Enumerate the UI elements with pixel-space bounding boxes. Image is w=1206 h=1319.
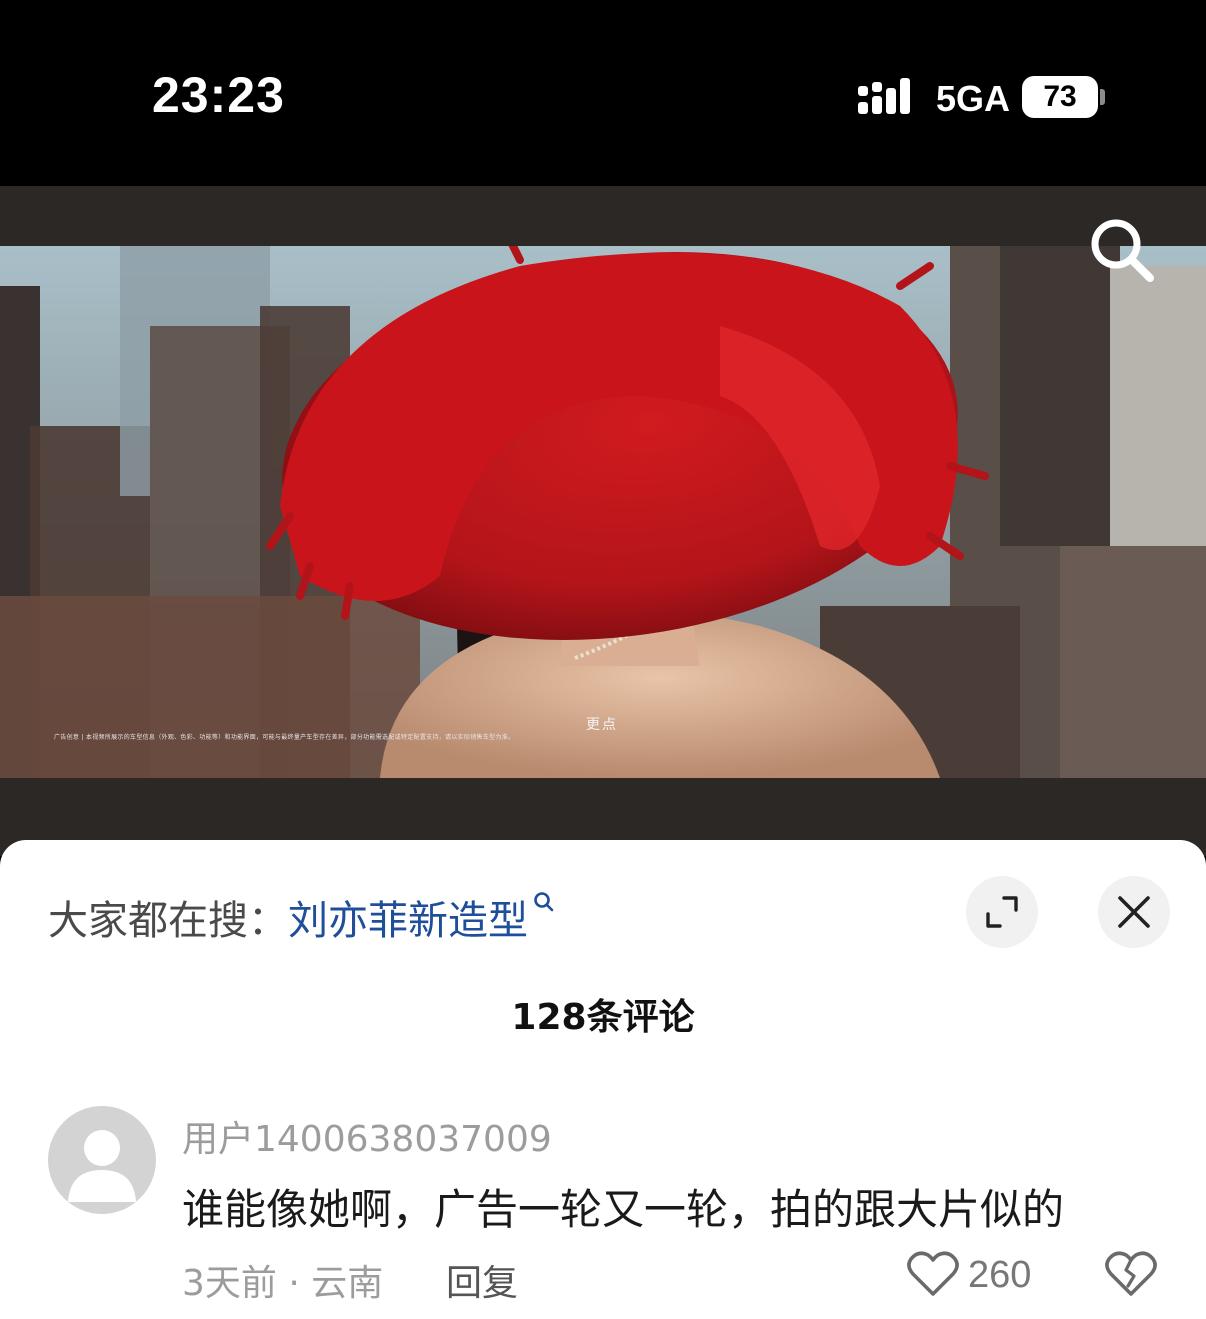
trending-keyword-link[interactable]: 刘亦菲新造型	[288, 898, 528, 944]
avatar[interactable]	[48, 1106, 156, 1214]
close-button[interactable]	[1098, 876, 1170, 948]
battery-cap	[1100, 89, 1105, 105]
video-frame[interactable]	[0, 246, 1206, 778]
trending-search: 大家都在搜：刘亦菲新造型	[48, 888, 556, 946]
heart-icon[interactable]	[906, 1250, 960, 1298]
like-count: 260	[968, 1254, 1032, 1296]
avatar-placeholder-icon	[68, 1130, 136, 1202]
comment-count: 128条评论	[511, 997, 695, 1038]
network-type: 5GA	[936, 78, 1011, 119]
trending-prefix: 大家都在搜：	[48, 898, 288, 944]
comment-username[interactable]: 用户1400638037009	[182, 1110, 552, 1162]
video-disclaimer: 广告创意 | 本视频所展示的车型信息（外观、色彩、功能等）和功能界面，可能与最终…	[54, 734, 515, 741]
expand-button[interactable]	[966, 876, 1038, 948]
comment-meta: 3天前 · 云南	[182, 1263, 384, 1304]
search-icon[interactable]	[1084, 212, 1160, 288]
broken-heart-icon[interactable]	[1104, 1250, 1158, 1298]
signal-icon	[858, 78, 910, 114]
video-caption: 更点	[586, 717, 618, 733]
search-icon	[534, 892, 554, 912]
battery-indicator: 73	[1022, 76, 1098, 118]
close-icon	[1118, 896, 1150, 928]
video-scene	[0, 246, 1206, 778]
status-bar: 23:23 5GA 73	[0, 0, 1206, 186]
expand-icon	[986, 896, 1018, 928]
reply-button[interactable]: 回复	[446, 1254, 518, 1306]
status-time: 23:23	[152, 67, 285, 123]
comment-text: 谁能像她啊，广告一轮又一轮，拍的跟大片似的	[182, 1185, 1065, 1234]
